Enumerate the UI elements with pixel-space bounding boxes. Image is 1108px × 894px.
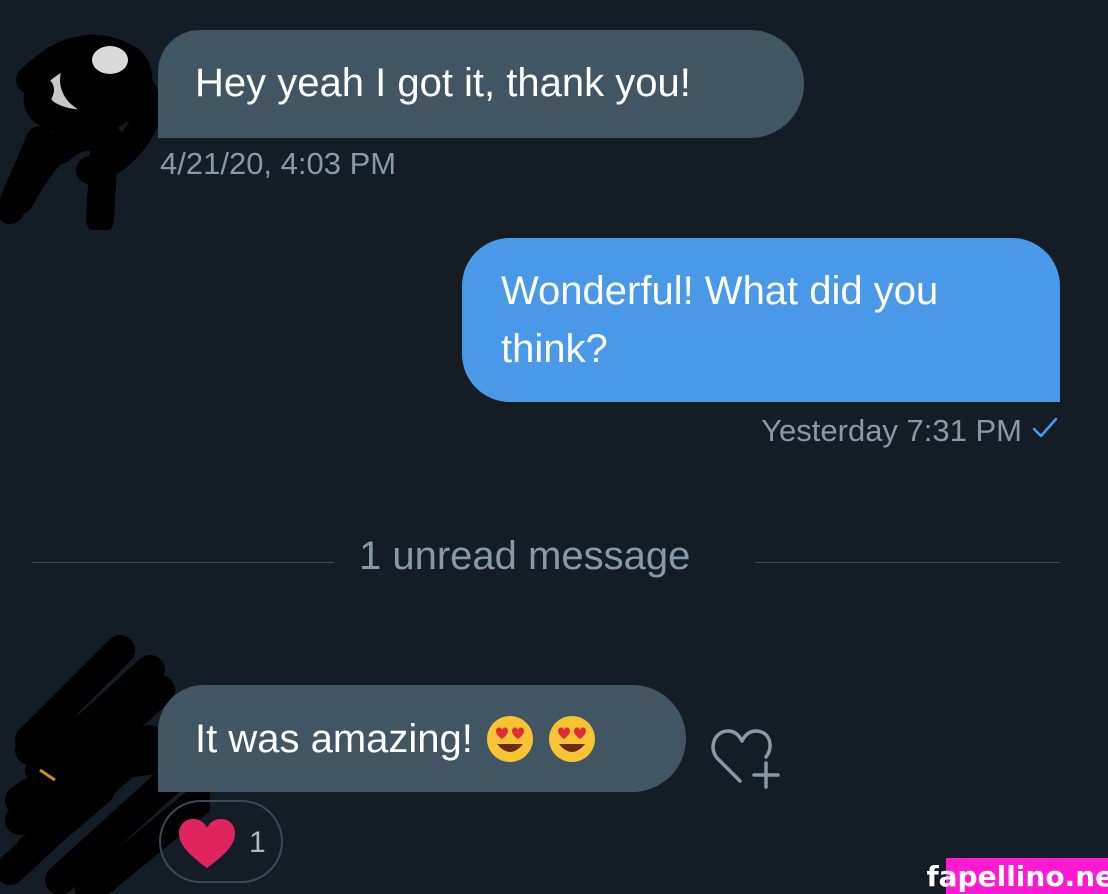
avatar-redacted	[0, 34, 165, 230]
unread-divider: 1 unread message	[32, 532, 1060, 590]
reaction-pill[interactable]: 1	[159, 800, 283, 883]
message-text: It was amazing!	[195, 716, 473, 761]
incoming-message-bubble[interactable]: It was amazing!	[158, 685, 686, 792]
heart-eyes-emoji	[485, 714, 535, 764]
incoming-message-bubble[interactable]: Hey yeah I got it, thank you!	[158, 30, 804, 138]
watermark: fapellino.net	[926, 858, 1108, 894]
divider-line	[32, 562, 334, 563]
message-text: Hey yeah I got it, thank you!	[195, 61, 691, 105]
divider-line	[755, 562, 1060, 563]
add-reaction-heart-icon[interactable]	[708, 723, 784, 793]
heart-eyes-emoji	[547, 714, 597, 764]
message-status: Yesterday 7:31 PM	[761, 413, 1058, 449]
message-text: Wonderful! What did you think?	[501, 269, 939, 371]
checkmark-icon	[1032, 414, 1058, 448]
outgoing-message-bubble[interactable]: Wonderful! What did you think?	[462, 238, 1060, 402]
message-timestamp: Yesterday 7:31 PM	[761, 413, 1022, 448]
conversation-view: Hey yeah I got it, thank you! 4/21/20, 4…	[0, 0, 1108, 894]
reaction-count: 1	[249, 826, 266, 859]
unread-label: 1 unread message	[359, 534, 691, 578]
message-timestamp: 4/21/20, 4:03 PM	[160, 146, 397, 181]
heart-icon	[179, 819, 235, 868]
